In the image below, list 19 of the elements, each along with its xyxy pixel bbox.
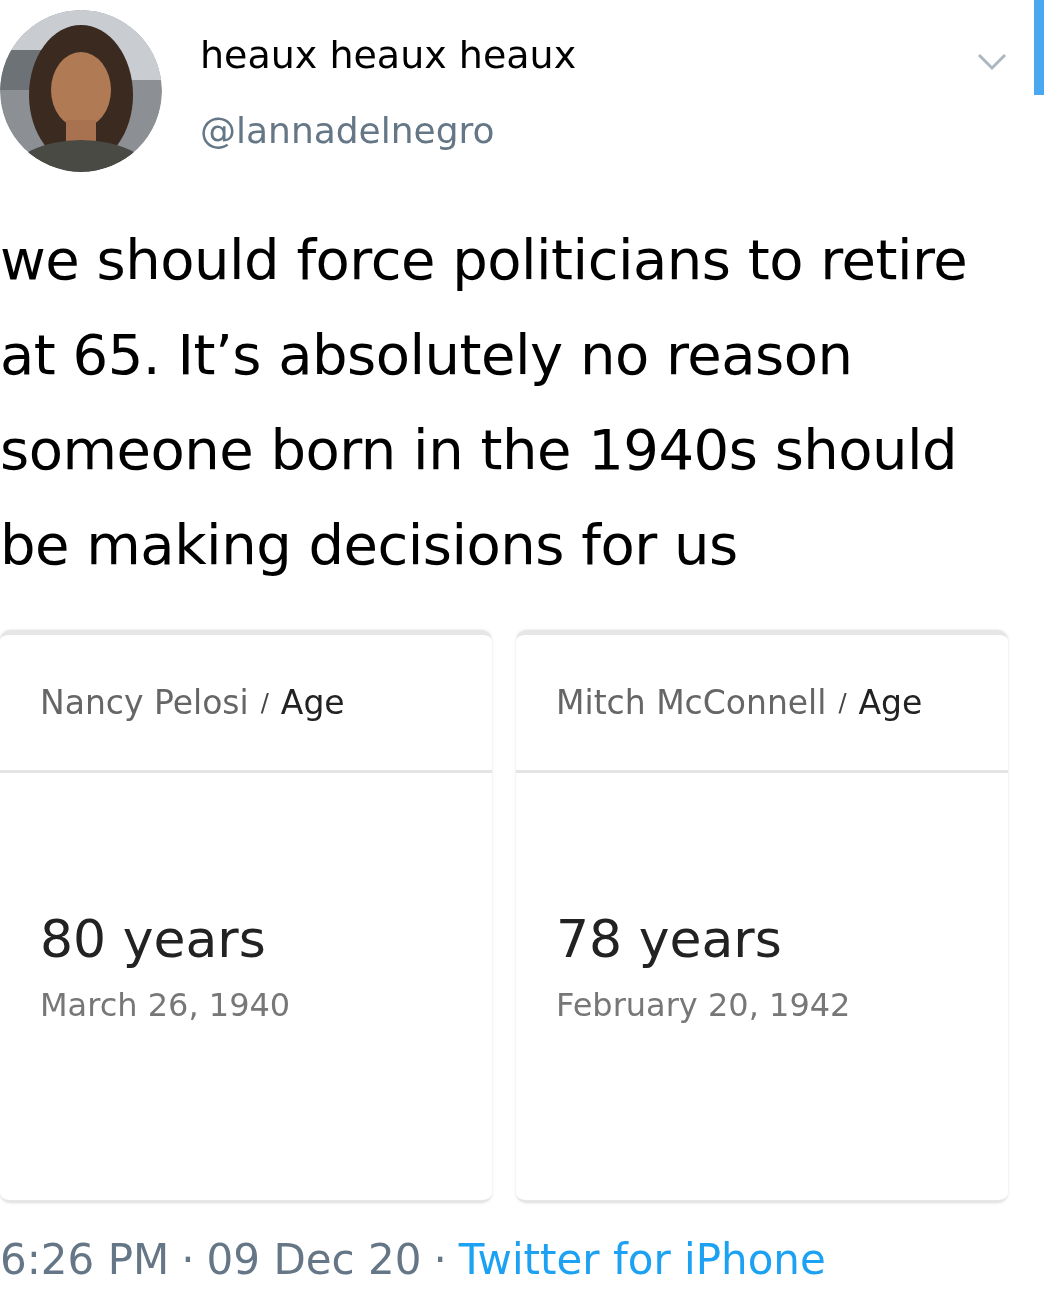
card-attribute: Age <box>858 681 923 724</box>
separator: · <box>433 1235 447 1285</box>
separator: · <box>181 1235 195 1285</box>
source-link[interactable]: Twitter for iPhone <box>458 1235 826 1285</box>
tweet-text: we should force politicians to retire at 65. It’s absolutely no reason someone born in the 1940s should be making decisions for us <box>0 226 969 579</box>
birth-date: February 20, 1942 <box>555 985 852 1025</box>
age-value: 78 years <box>555 908 783 971</box>
card-attribute: Age <box>280 681 345 724</box>
age-value: 80 years <box>39 908 267 971</box>
author-name: heaux heaux heaux <box>200 32 577 78</box>
tweet-time: 6:26 PM <box>0 1235 170 1285</box>
separator: / <box>260 687 269 719</box>
card-subject: Nancy Pelosi <box>40 681 249 724</box>
birth-date: March 26, 1940 <box>39 985 292 1025</box>
card-subject: Mitch McConnell <box>556 681 827 724</box>
author-handle: @lannadelnegro <box>200 109 496 153</box>
tweet-date: 09 Dec 20 <box>206 1235 422 1285</box>
separator: / <box>838 687 847 719</box>
chevron-down-icon[interactable] <box>976 52 1008 72</box>
